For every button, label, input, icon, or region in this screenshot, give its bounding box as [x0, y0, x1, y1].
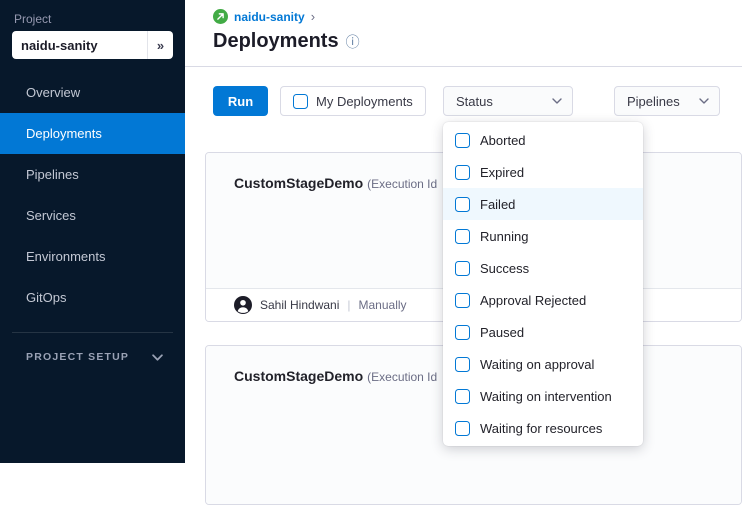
- status-option-failed[interactable]: Failed: [443, 188, 643, 220]
- sidebar-divider: [12, 332, 173, 333]
- sidebar-item-deployments[interactable]: Deployments: [0, 113, 185, 154]
- execution-id-text: (Execution Id: [367, 177, 437, 191]
- pipelines-filter-dropdown[interactable]: Pipelines: [614, 86, 720, 116]
- checkbox-icon[interactable]: [455, 389, 470, 404]
- execution-id-text: (Execution Id: [367, 370, 437, 384]
- status-option-approval-rejected[interactable]: Approval Rejected: [443, 284, 643, 316]
- sidebar-nav: Overview Deployments Pipelines Services …: [0, 72, 185, 318]
- page-title-row: Deployments ⓘ: [213, 30, 360, 53]
- chevron-down-icon: [152, 354, 163, 361]
- status-option-label: Running: [480, 229, 528, 244]
- project-sidebar: Project naidu-sanity » Overview Deployme…: [0, 0, 185, 463]
- status-option-running[interactable]: Running: [443, 220, 643, 252]
- status-option-waiting-on-approval[interactable]: Waiting on approval: [443, 348, 643, 380]
- info-icon[interactable]: ⓘ: [346, 35, 360, 49]
- sidebar-item-pipelines[interactable]: Pipelines: [0, 154, 185, 195]
- pipeline-name: CustomStageDemo: [234, 175, 363, 191]
- status-option-label: Expired: [480, 165, 524, 180]
- sidebar-item-label: Services: [26, 208, 76, 223]
- user-avatar-icon: [234, 296, 252, 314]
- pipeline-name: CustomStageDemo: [234, 368, 363, 384]
- header-divider: [185, 66, 742, 67]
- page-title: Deployments: [213, 30, 339, 53]
- cd-module-icon: [213, 9, 228, 24]
- breadcrumb-project-link[interactable]: naidu-sanity: [234, 10, 305, 24]
- status-option-success[interactable]: Success: [443, 252, 643, 284]
- status-option-paused[interactable]: Paused: [443, 316, 643, 348]
- status-option-aborted[interactable]: Aborted: [443, 124, 643, 156]
- project-setup-toggle[interactable]: PROJECT SETUP: [26, 344, 163, 370]
- checkbox-icon[interactable]: [455, 325, 470, 340]
- status-filter-dropdown[interactable]: Status: [443, 86, 573, 116]
- checkbox-icon[interactable]: [455, 197, 470, 212]
- status-option-label: Aborted: [480, 133, 526, 148]
- checkbox-icon[interactable]: [455, 357, 470, 372]
- chevron-down-icon: [699, 98, 709, 104]
- status-option-waiting-for-resources[interactable]: Waiting for resources: [443, 412, 643, 444]
- my-deployments-label: My Deployments: [316, 94, 413, 109]
- expand-sidebar-icon[interactable]: »: [147, 31, 173, 59]
- status-option-label: Approval Rejected: [480, 293, 586, 308]
- project-setup-label: PROJECT SETUP: [26, 351, 129, 363]
- project-name-text: naidu-sanity: [12, 38, 147, 53]
- pipelines-filter-label: Pipelines: [627, 94, 680, 109]
- sidebar-item-label: Pipelines: [26, 167, 79, 182]
- status-option-label: Failed: [480, 197, 515, 212]
- checkbox-icon[interactable]: [455, 421, 470, 436]
- status-option-label: Success: [480, 261, 529, 276]
- main-content: naidu-sanity › Deployments ⓘ Run My Depl…: [185, 0, 742, 463]
- sidebar-item-label: Overview: [26, 85, 80, 100]
- sidebar-item-label: GitOps: [26, 290, 66, 305]
- status-option-waiting-on-intervention[interactable]: Waiting on intervention: [443, 380, 643, 412]
- checkbox-icon[interactable]: [455, 165, 470, 180]
- status-option-label: Waiting on approval: [480, 357, 594, 372]
- author-name: Sahil Hindwani: [260, 298, 339, 312]
- chevron-right-icon: ›: [311, 9, 315, 24]
- project-label: Project: [14, 12, 51, 26]
- my-deployments-filter[interactable]: My Deployments: [280, 86, 426, 116]
- checkbox-icon[interactable]: [455, 229, 470, 244]
- trigger-type: Manually: [359, 298, 407, 312]
- status-option-expired[interactable]: Expired: [443, 156, 643, 188]
- checkbox-icon[interactable]: [293, 94, 308, 109]
- separator: |: [347, 298, 350, 312]
- breadcrumb: naidu-sanity ›: [213, 9, 315, 24]
- status-filter-label: Status: [456, 94, 493, 109]
- project-selector[interactable]: naidu-sanity »: [12, 31, 173, 59]
- sidebar-item-environments[interactable]: Environments: [0, 236, 185, 277]
- checkbox-icon[interactable]: [455, 133, 470, 148]
- status-option-label: Paused: [480, 325, 524, 340]
- status-dropdown-menu: Aborted Expired Failed Running Success A…: [443, 122, 643, 446]
- checkbox-icon[interactable]: [455, 293, 470, 308]
- status-option-label: Waiting for resources: [480, 421, 602, 436]
- sidebar-item-gitops[interactable]: GitOps: [0, 277, 185, 318]
- run-button[interactable]: Run: [213, 86, 268, 116]
- checkbox-icon[interactable]: [455, 261, 470, 276]
- sidebar-item-label: Environments: [26, 249, 105, 264]
- sidebar-item-services[interactable]: Services: [0, 195, 185, 236]
- sidebar-item-label: Deployments: [26, 126, 102, 141]
- chevron-down-icon: [552, 98, 562, 104]
- sidebar-item-overview[interactable]: Overview: [0, 72, 185, 113]
- status-option-label: Waiting on intervention: [480, 389, 612, 404]
